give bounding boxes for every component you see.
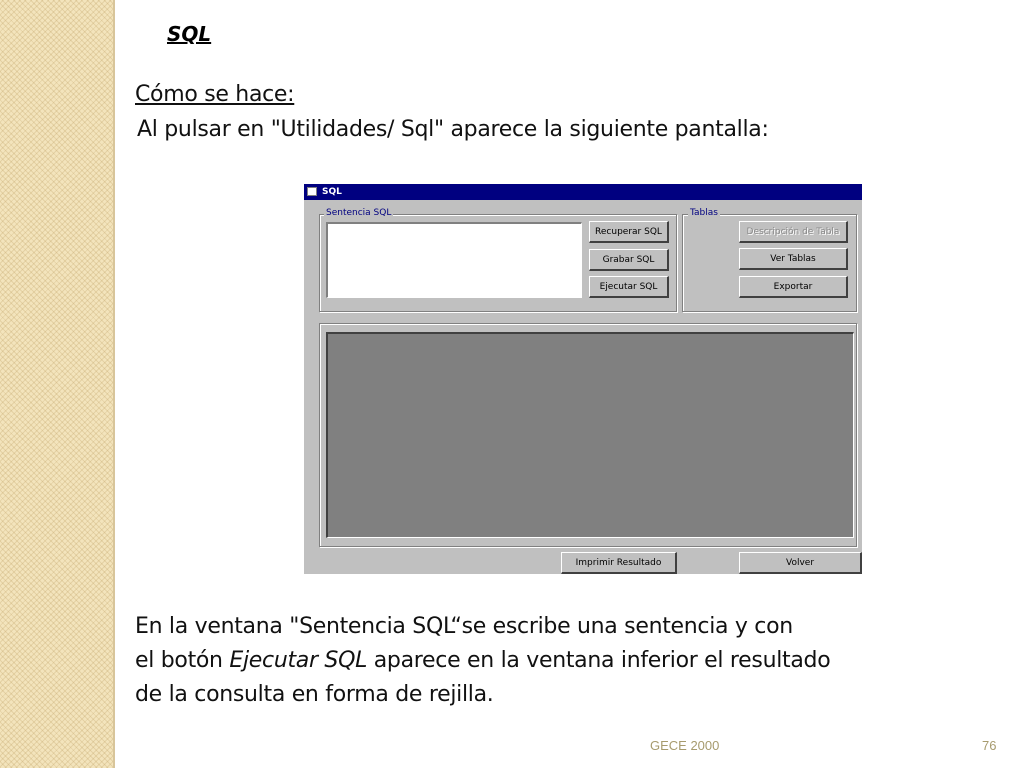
- tablas-label: Tablas: [688, 208, 720, 218]
- sentencia-sql-label: Sentencia SQL: [324, 208, 394, 218]
- paragraph-line-2-end: aparece en la ventana inferior el result…: [367, 648, 831, 673]
- ver-tablas-button[interactable]: Ver Tablas: [739, 248, 848, 270]
- descripcion-tabla-button[interactable]: Descripción de Tabla: [739, 221, 848, 243]
- footer-label: GECE 2000: [650, 738, 720, 753]
- section-heading: Cómo se hace:: [135, 82, 295, 107]
- grabar-sql-button[interactable]: Grabar SQL: [589, 249, 669, 271]
- page-number: 76: [982, 738, 997, 753]
- result-grid[interactable]: [326, 332, 854, 538]
- sql-statement-input[interactable]: [326, 222, 582, 298]
- exportar-button[interactable]: Exportar: [739, 276, 848, 298]
- volver-button[interactable]: Volver: [739, 552, 862, 574]
- recuperar-sql-button[interactable]: Recuperar SQL: [589, 221, 669, 243]
- ejecutar-sql-emphasis: Ejecutar SQL: [229, 648, 368, 673]
- dialog-title: SQL: [322, 187, 342, 197]
- imprimir-resultado-button[interactable]: Imprimir Resultado: [561, 552, 677, 574]
- sql-dialog-window: SQL Sentencia SQL Recuperar SQL Grabar S…: [304, 184, 862, 574]
- slide-title: SQL: [167, 22, 212, 46]
- window-icon: [307, 187, 317, 196]
- paragraph-line-2-start: el botón: [135, 648, 230, 673]
- intro-line: Al pulsar en "Utilidades/ Sql" aparece l…: [137, 117, 769, 142]
- paragraph-line-2: el botón Ejecutar SQL aparece en la vent…: [135, 648, 831, 673]
- paragraph-line-1: En la ventana "Sentencia SQL“se escribe …: [135, 614, 793, 639]
- paragraph-line-3: de la consulta en forma de rejilla.: [135, 682, 494, 707]
- decorative-side-strip: [0, 0, 115, 768]
- ejecutar-sql-button[interactable]: Ejecutar SQL: [589, 276, 669, 298]
- dialog-titlebar: SQL: [304, 184, 862, 200]
